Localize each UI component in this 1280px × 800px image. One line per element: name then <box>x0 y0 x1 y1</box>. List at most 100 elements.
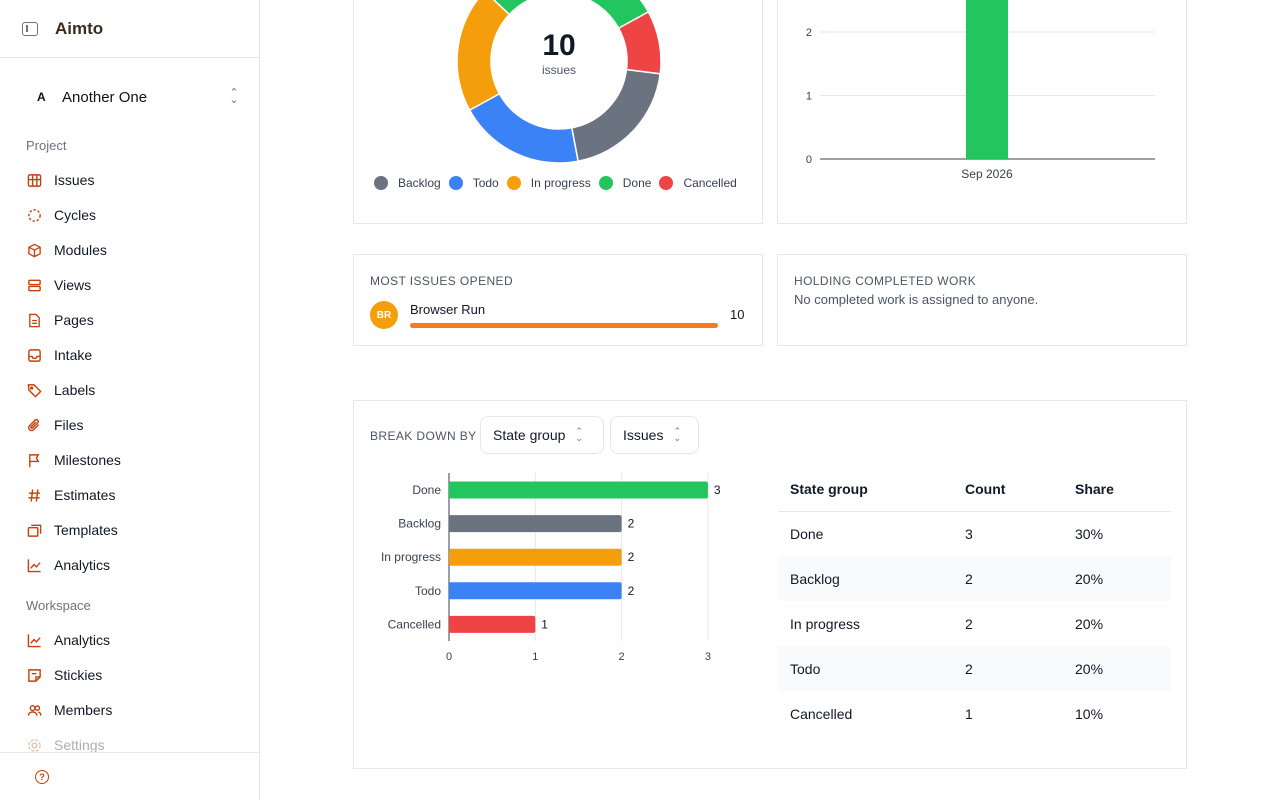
y-category-label: Todo <box>415 584 441 598</box>
legend-dot <box>506 176 521 190</box>
bar-done[interactable] <box>449 481 708 499</box>
sidebar-footer: ? <box>0 752 259 800</box>
sidebar-item-issues[interactable]: Issues <box>26 167 94 193</box>
stickies-icon <box>26 667 42 683</box>
breakdown-card: BREAK DOWN BY State group ⌃ ⌄ Issues ⌃ ⌄ 0… <box>353 400 1187 769</box>
y-category-label: Done <box>412 483 441 497</box>
sidebar-item-analytics[interactable]: Analytics <box>26 552 110 578</box>
sidebar-item-files[interactable]: Files <box>26 412 84 438</box>
labels-icon <box>26 382 42 398</box>
table-row: Done 3 30% <box>778 511 1171 556</box>
legend-item-cancelled: Cancelled <box>659 176 737 190</box>
donut-total: 10 <box>542 29 576 62</box>
state-group-cell: Done <box>790 525 824 542</box>
contributor-count: 10 <box>730 307 745 322</box>
bar-todo[interactable] <box>449 582 622 600</box>
project-avatar: A <box>37 90 46 104</box>
sidebar-item-stickies[interactable]: Stickies <box>26 662 102 688</box>
holding-empty-message: No completed work is assigned to anyone. <box>794 292 1039 307</box>
sidebar-item-pages[interactable]: Pages <box>26 307 94 333</box>
share-cell: 20% <box>1063 646 1171 691</box>
y-category-label: Cancelled <box>388 617 441 631</box>
donut-slice-todo[interactable] <box>468 92 579 164</box>
bar-data-label: 2 <box>628 517 635 531</box>
analytics-icon <box>26 557 42 573</box>
bar-data-label: 2 <box>628 550 635 564</box>
sidebar-item-estimates[interactable]: Estimates <box>26 482 115 508</box>
legend-dot <box>448 176 463 190</box>
breakdown-bar-chart: 0 1 2 3 Done 3 Backlog 2 In progress 2 Todo 2 Cancel… <box>381 473 721 663</box>
legend-label: Cancelled <box>683 176 737 190</box>
legend-item-in-progress: In progress <box>506 176 591 190</box>
x-tick-label: 3 <box>705 651 711 663</box>
contributor-bar <box>410 323 718 328</box>
x-tick-label: Sep 2026 <box>961 167 1013 181</box>
monthly-bar-card: 0 1 2 Sep 2026 <box>777 0 1187 224</box>
sidebar-item-label: Cycles <box>54 207 97 223</box>
project-section-label: Project <box>26 138 67 153</box>
state-donut-card: 10 issues Backlog Todo In progress Done … <box>353 0 763 224</box>
sidebar: Aimto A Another One ⌃ ⌄ Project Issues Cyc… <box>0 0 260 800</box>
settings-icon <box>26 737 42 753</box>
x-tick-label: 2 <box>619 651 625 663</box>
help-icon[interactable]: ? <box>35 770 49 784</box>
bar-data-label: 1 <box>541 617 548 631</box>
sidebar-item-intake[interactable]: Intake <box>26 342 92 368</box>
state-group-cell: In progress <box>790 615 861 632</box>
y-tick-label: 2 <box>806 27 812 39</box>
sidebar-toggle-icon[interactable] <box>22 21 38 36</box>
x-tick-label: 0 <box>446 651 452 663</box>
state-group-cell: Todo <box>778 646 953 691</box>
sidebar-item-milestones[interactable]: Milestones <box>26 447 121 473</box>
y-tick-label: 1 <box>806 91 812 103</box>
column-header-state-group: State group <box>778 467 953 512</box>
donut-slice-backlog[interactable] <box>570 68 662 163</box>
breakdown-label: BREAK DOWN BY <box>370 429 477 443</box>
metric-select[interactable]: Issues ⌃ ⌄ <box>610 416 699 454</box>
legend-label: In progress <box>530 176 591 190</box>
legend-label: Done <box>622 176 652 190</box>
legend-dot <box>598 176 613 190</box>
month-bar[interactable] <box>966 0 1008 159</box>
pages-icon <box>26 312 42 328</box>
count-cell: 2 <box>953 646 1063 691</box>
sidebar-item-members[interactable]: Members <box>26 697 112 723</box>
bar-in-progress[interactable] <box>449 548 622 566</box>
sidebar-item-label: Members <box>54 702 113 718</box>
contributor-name: Browser Run <box>410 302 486 317</box>
breakdown-table: State group Count Share Done 3 30% Backlog 2… <box>778 467 1171 736</box>
monthly-bar-chart: 0 1 2 Sep 2026 <box>806 0 1155 181</box>
sidebar-item-labels[interactable]: Labels <box>26 377 95 403</box>
sidebar-item-analytics[interactable]: Analytics <box>26 627 110 653</box>
legend-label: Backlog <box>398 176 441 190</box>
sidebar-item-label: Settings <box>54 737 105 753</box>
estimates-icon <box>26 487 42 503</box>
sidebar-item-label: Analytics <box>54 632 111 648</box>
sidebar-item-label: Files <box>54 417 84 433</box>
group-by-value: State group <box>493 427 566 443</box>
sidebar-item-label: Issues <box>54 172 95 188</box>
holding-card: HOLDING COMPLETED WORK No completed work… <box>777 254 1187 346</box>
bar-cancelled[interactable] <box>449 615 536 633</box>
share-cell: 20% <box>1063 556 1171 601</box>
state-donut-chart <box>456 0 662 164</box>
issues-icon <box>26 172 42 188</box>
project-switcher[interactable]: A Another One ⌃ ⌄ <box>22 80 242 114</box>
sidebar-item-modules[interactable]: Modules <box>26 237 107 263</box>
sidebar-item-cycles[interactable]: Cycles <box>26 202 96 228</box>
group-by-select[interactable]: State group ⌃ ⌄ <box>480 416 604 454</box>
sidebar-item-label: Labels <box>54 382 96 398</box>
chevron-up-down-icon: ⌃ ⌄ <box>673 426 682 443</box>
sidebar-item-views[interactable]: Views <box>26 272 91 298</box>
templates-icon <box>26 522 42 538</box>
sidebar-item-label: Analytics <box>54 557 111 573</box>
x-tick-label: 1 <box>532 651 538 663</box>
donut-slice-done[interactable] <box>485 0 650 30</box>
sidebar-item-templates[interactable]: Templates <box>26 517 118 543</box>
bar-backlog[interactable] <box>449 515 622 533</box>
donut-legend: Backlog Todo In progress Done Cancelled <box>374 176 745 190</box>
brand-row: Aimto <box>0 0 259 58</box>
legend-dot <box>374 176 388 190</box>
y-category-label: In progress <box>381 550 441 564</box>
state-group-cell: Cancelled <box>790 705 853 722</box>
